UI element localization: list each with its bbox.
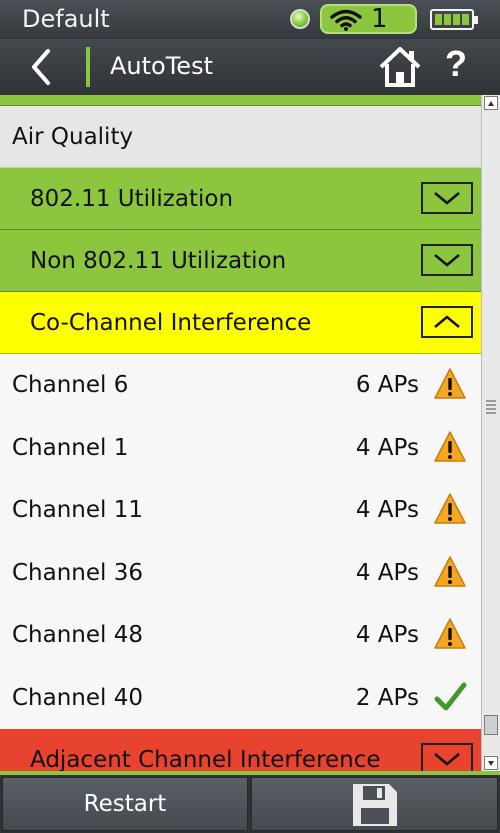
ap-count: 2 APs — [355, 684, 419, 711]
status-bar: Default 1 — [0, 0, 500, 39]
ap-count: 6 APs — [355, 372, 419, 398]
scroll-thumb[interactable] — [484, 715, 498, 735]
channel-label: Channel 48 — [12, 622, 144, 649]
vertical-scrollbar[interactable] — [481, 95, 500, 771]
checkmark-icon — [434, 682, 467, 710]
home-button[interactable] — [378, 45, 422, 89]
ap-count: 4 APs — [355, 559, 419, 586]
bottom-toolbar: Restart — [0, 771, 500, 833]
chevron-down-icon — [434, 192, 460, 205]
channel-row[interactable]: Channel 36 4 APs — [0, 542, 481, 605]
scroll-grip-icon[interactable] — [486, 400, 496, 416]
scroll-up-button[interactable] — [484, 96, 498, 110]
section-status-strip — [0, 95, 481, 106]
chevron-down-icon — [434, 753, 460, 766]
warning-icon — [434, 368, 466, 399]
channel-label: Channel 11 — [12, 497, 144, 524]
group-row-co-channel-interference[interactable]: Co-Channel Interference — [0, 292, 481, 354]
expand-button[interactable] — [421, 182, 473, 214]
warning-icon — [434, 618, 466, 649]
title-divider — [86, 47, 90, 87]
group-row-adjacent-channel-interference[interactable]: Adjacent Channel Interference — [0, 729, 481, 771]
link-status-icon — [290, 9, 310, 29]
warning-icon — [434, 430, 466, 462]
ap-count: 4 APs — [355, 434, 419, 461]
restart-button[interactable]: Restart — [2, 777, 248, 831]
back-arrow-icon — [32, 49, 50, 85]
channel-row[interactable]: Channel 11 4 APs — [0, 479, 481, 542]
channel-label: Channel 1 — [12, 434, 129, 461]
channel-row[interactable]: Channel 6 6 APs — [0, 354, 481, 417]
group-label: 802.11 Utilization — [30, 185, 234, 212]
expand-button[interactable] — [421, 244, 473, 276]
channel-row[interactable]: Channel 1 4 APs — [0, 417, 481, 480]
expand-button[interactable] — [421, 743, 473, 771]
channel-row[interactable]: Channel 40 2 APs — [0, 667, 481, 730]
channel-label: Channel 40 — [12, 684, 144, 711]
channel-label: Channel 36 — [12, 559, 144, 586]
chevron-down-icon — [434, 254, 460, 267]
warning-icon — [434, 493, 466, 524]
ap-count: 4 APs — [355, 497, 419, 523]
wifi-icon — [330, 9, 362, 31]
profile-name[interactable]: Default — [22, 5, 110, 33]
wifi-status[interactable]: 1 — [320, 4, 417, 34]
results-list: Air Quality 802.11 Utilization Non 802.1… — [0, 95, 481, 771]
save-button[interactable] — [251, 777, 498, 831]
page-title: AutoTest — [110, 52, 213, 80]
help-button[interactable]: ? — [445, 43, 467, 85]
warning-icon — [434, 555, 466, 587]
group-label: Adjacent Channel Interference — [30, 747, 381, 771]
wifi-count: 1 — [371, 4, 388, 34]
section-header: Air Quality — [0, 106, 481, 168]
channel-label: Channel 6 — [12, 372, 129, 399]
battery-icon — [430, 9, 478, 30]
group-label: Non 802.11 Utilization — [30, 247, 287, 274]
back-button[interactable] — [22, 47, 62, 87]
channel-row[interactable]: Channel 48 4 APs — [0, 604, 481, 667]
group-row-802-11-utilization[interactable]: 802.11 Utilization — [0, 168, 481, 230]
home-icon — [379, 47, 421, 87]
group-label: Co-Channel Interference — [30, 309, 312, 336]
group-row-non-802-11-utilization[interactable]: Non 802.11 Utilization — [0, 230, 481, 292]
scroll-down-button[interactable] — [484, 756, 498, 770]
chevron-up-icon — [434, 315, 460, 328]
save-icon — [353, 784, 397, 826]
collapse-button[interactable] — [421, 306, 473, 338]
title-bar: AutoTest ? — [0, 39, 500, 95]
ap-count: 4 APs — [355, 622, 419, 648]
